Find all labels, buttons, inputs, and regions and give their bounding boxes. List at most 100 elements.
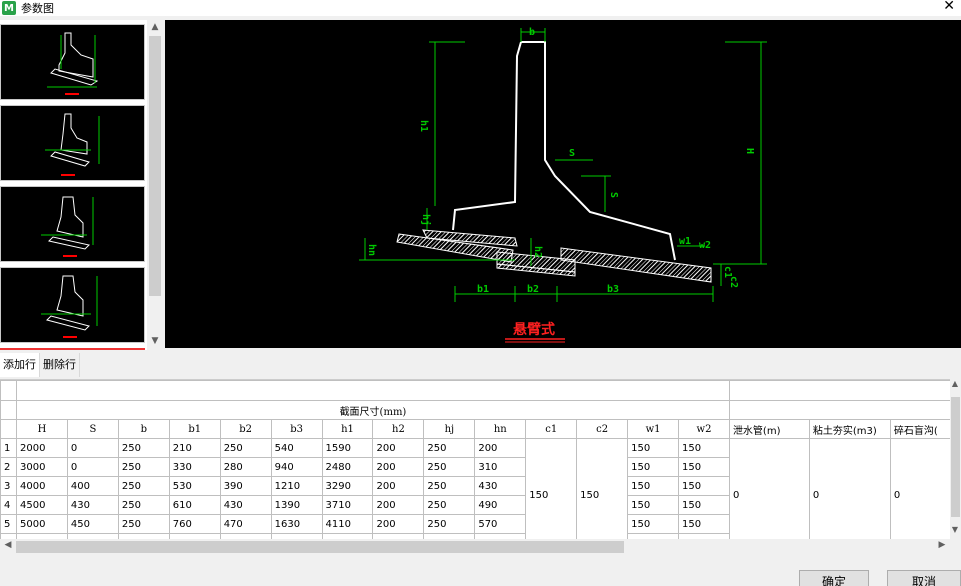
table-cell[interactable]: 2480 xyxy=(321,457,374,477)
table-cell[interactable]: 5000 xyxy=(15,514,68,534)
table-cell[interactable]: 150 xyxy=(627,476,680,496)
thumbnail-scrollbar[interactable]: ▲ ▼ xyxy=(147,20,163,350)
table-cell[interactable]: 200 xyxy=(372,514,425,534)
table-cell[interactable]: 150 xyxy=(627,514,680,534)
scroll-left-icon[interactable]: ◀ xyxy=(0,540,16,550)
table-cell[interactable]: 250 xyxy=(117,438,170,458)
scroll-right-icon[interactable]: ▶ xyxy=(934,540,950,550)
table-cell[interactable]: 150 xyxy=(627,438,680,458)
table-cell[interactable]: 310 xyxy=(474,457,527,477)
table-cell[interactable]: 250 xyxy=(219,438,272,458)
column-header[interactable]: b xyxy=(117,419,170,439)
column-header[interactable]: h1 xyxy=(321,419,374,439)
table-cell[interactable]: 250 xyxy=(117,514,170,534)
table-cell[interactable]: 250 xyxy=(423,438,476,458)
table-cell[interactable]: 330 xyxy=(168,457,221,477)
table-cell[interactable]: 200 xyxy=(372,476,425,496)
merged-cell-c1[interactable]: 150 xyxy=(525,438,578,539)
merged-cell-clay[interactable]: 0 xyxy=(808,438,891,539)
table-cell[interactable]: 450 xyxy=(66,514,119,534)
thumbnail-3[interactable] xyxy=(0,186,145,262)
merged-cell-c2[interactable]: 150 xyxy=(576,438,629,539)
column-header[interactable]: w1 xyxy=(627,419,680,439)
table-cell[interactable]: 430 xyxy=(474,476,527,496)
table-cell[interactable]: 430 xyxy=(66,495,119,515)
column-header[interactable]: b2 xyxy=(219,419,272,439)
table-cell[interactable]: 760 xyxy=(168,514,221,534)
table-cell[interactable]: 3290 xyxy=(321,476,374,496)
table-cell[interactable]: 250 xyxy=(423,514,476,534)
table-cell[interactable]: 250 xyxy=(423,457,476,477)
table-cell[interactable]: 1590 xyxy=(321,438,374,458)
delete-row-button[interactable]: 删除行 xyxy=(40,353,80,377)
table-cell[interactable]: 150 xyxy=(627,457,680,477)
column-header[interactable]: h2 xyxy=(372,419,425,439)
table-cell[interactable]: 150 xyxy=(627,495,680,515)
table-horizontal-scrollbar[interactable]: ◀ ▶ xyxy=(0,539,950,555)
thumbnail-4[interactable] xyxy=(0,267,145,343)
table-cell[interactable]: 1210 xyxy=(270,476,323,496)
merged-cell-drain[interactable]: 0 xyxy=(728,438,810,539)
table-cell[interactable]: 200 xyxy=(372,457,425,477)
scroll-up-icon[interactable]: ▲ xyxy=(147,22,163,32)
table-cell[interactable]: 250 xyxy=(117,495,170,515)
column-header[interactable]: hn xyxy=(474,419,527,439)
table-cell[interactable]: 3710 xyxy=(321,495,374,515)
scroll-down-icon[interactable]: ▼ xyxy=(947,525,961,534)
table-cell[interactable]: 940 xyxy=(270,457,323,477)
table-cell[interactable]: 280 xyxy=(219,457,272,477)
table-cell[interactable]: 0 xyxy=(66,438,119,458)
table-cell[interactable]: 390 xyxy=(219,476,272,496)
table-cell[interactable]: 4110 xyxy=(321,514,374,534)
table-cell[interactable]: 400 xyxy=(66,476,119,496)
table-cell[interactable]: 200 xyxy=(372,438,425,458)
table-cell[interactable]: 4000 xyxy=(15,476,68,496)
column-header[interactable]: c2 xyxy=(576,419,629,439)
table-cell[interactable]: 150 xyxy=(678,514,730,534)
table-cell[interactable]: 150 xyxy=(678,457,730,477)
scrollbar-thumb[interactable] xyxy=(149,36,161,296)
table-cell[interactable]: 250 xyxy=(423,476,476,496)
table-cell[interactable]: 1390 xyxy=(270,495,323,515)
table-vertical-scrollbar[interactable]: ▲ ▼ xyxy=(950,379,961,539)
table-cell[interactable]: 610 xyxy=(168,495,221,515)
table-cell[interactable]: 490 xyxy=(474,495,527,515)
cancel-button[interactable]: 取消 xyxy=(887,570,961,586)
table-cell[interactable]: 4500 xyxy=(15,495,68,515)
table-cell[interactable]: 0 xyxy=(66,457,119,477)
table-cell[interactable]: 1630 xyxy=(270,514,323,534)
table-cell[interactable]: 150 xyxy=(678,495,730,515)
table-cell[interactable]: 540 xyxy=(270,438,323,458)
thumbnail-1[interactable] xyxy=(0,24,145,100)
table-cell[interactable]: 430 xyxy=(219,495,272,515)
column-header[interactable]: b3 xyxy=(270,419,323,439)
table-cell[interactable]: 200 xyxy=(474,438,527,458)
scrollbar-thumb[interactable] xyxy=(951,397,960,517)
column-header[interactable]: hj xyxy=(423,419,476,439)
scroll-up-icon[interactable]: ▲ xyxy=(947,379,961,388)
table-cell[interactable]: 150 xyxy=(678,438,730,458)
thumbnail-2[interactable] xyxy=(0,105,145,181)
column-header[interactable]: c1 xyxy=(525,419,578,439)
column-header[interactable]: S xyxy=(66,419,119,439)
table-cell[interactable]: 250 xyxy=(423,495,476,515)
table-row[interactable]: 1 2000 0 250 210 250 540 1590 200 250 200 150 150 150… xyxy=(0,438,961,539)
scrollbar-thumb[interactable] xyxy=(16,541,624,553)
ok-button[interactable]: 确定 xyxy=(799,570,869,586)
table-cell[interactable]: 470 xyxy=(219,514,272,534)
column-header[interactable]: 泄水管(m) xyxy=(728,419,810,439)
table-cell[interactable]: 150 xyxy=(678,476,730,496)
close-icon[interactable]: ✕ xyxy=(943,0,955,14)
table-cell[interactable]: 530 xyxy=(168,476,221,496)
column-header[interactable]: w2 xyxy=(678,419,730,439)
add-row-button[interactable]: 添加行 xyxy=(0,353,40,377)
column-header[interactable]: b1 xyxy=(168,419,221,439)
table-cell[interactable]: 2000 xyxy=(15,438,68,458)
column-header[interactable]: H xyxy=(15,419,68,439)
table-cell[interactable]: 250 xyxy=(117,457,170,477)
table-cell[interactable]: 3000 xyxy=(15,457,68,477)
column-header[interactable]: 粘土夯实(m3) xyxy=(808,419,891,439)
table-cell[interactable]: 200 xyxy=(372,495,425,515)
table-cell[interactable]: 250 xyxy=(117,476,170,496)
scroll-down-icon[interactable]: ▼ xyxy=(147,336,163,346)
